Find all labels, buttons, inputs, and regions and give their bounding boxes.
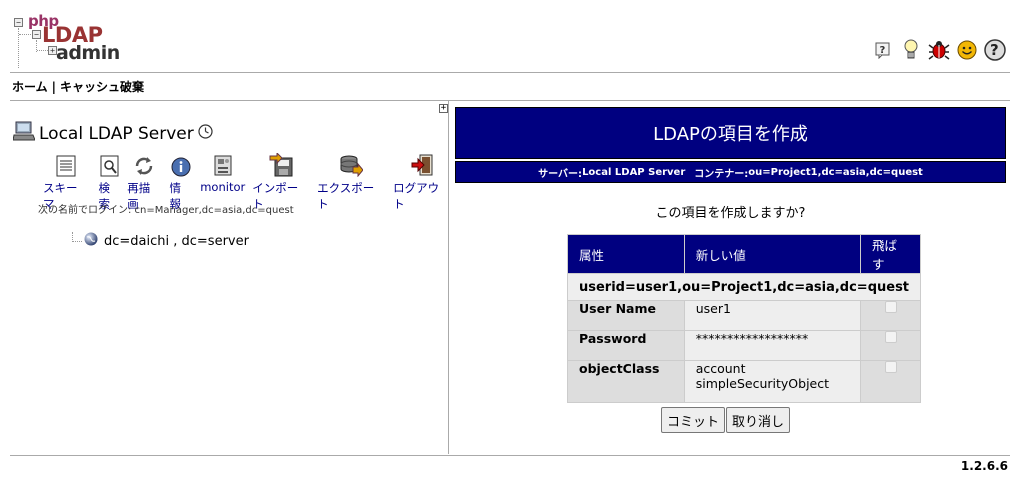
globe-icon: [84, 232, 98, 250]
monitor-icon: [213, 151, 233, 177]
attr-value: ******************: [683, 330, 862, 361]
container-label: コンテナー:: [694, 168, 749, 180]
schema-icon: [56, 151, 76, 177]
attribute-table: 属性 新しい値 飛ばす userid=user1,ou=Project1,dc=…: [566, 234, 922, 403]
page-title: LDAPの項目を作成: [455, 107, 1006, 159]
server-name[interactable]: Local LDAP Server: [39, 124, 194, 144]
logged-in-as: 次の名前でログイン: cn=Manager,dc=asia,dc=quest: [38, 205, 294, 216]
home-link[interactable]: ホーム: [12, 80, 48, 94]
tree-entry[interactable]: dc=daichi , dc=server: [72, 232, 249, 250]
question-icon[interactable]: ?: [984, 38, 1006, 62]
server-tree-pane: + Local LDAP Server スキーマ 検索 再描画 情報 monit…: [10, 101, 449, 454]
import-icon: [269, 151, 293, 177]
confirm-question: この項目を作成しますか?: [655, 206, 806, 221]
cancel-button[interactable]: 取り消し: [726, 407, 791, 433]
header-divider: [10, 72, 1010, 73]
dn-row: userid=user1,ou=Project1,dc=asia,dc=ques…: [566, 273, 922, 301]
objectclass-value-1: account: [695, 361, 746, 376]
tree-entry-label[interactable]: dc=daichi , dc=server: [104, 234, 249, 249]
tree-connector: [72, 232, 82, 242]
logo-admin: admin: [56, 42, 120, 64]
svg-text:?: ?: [880, 45, 886, 56]
skip-cell: [860, 300, 922, 331]
attr-value: user1: [683, 300, 862, 331]
table-header: 属性 新しい値 飛ばす: [567, 234, 922, 274]
skip-checkbox[interactable]: [884, 301, 897, 313]
skip-cell: [860, 360, 922, 403]
table-row: objectClass account simpleSecurityObject: [567, 360, 922, 403]
smiley-icon[interactable]: [956, 38, 978, 62]
table-row: User Name user1: [567, 300, 922, 331]
header-icon-bar: ? ?: [872, 38, 1006, 62]
top-menu: ホーム | キャッシュ破棄: [12, 78, 144, 95]
attr-name: objectClass: [567, 360, 685, 403]
help-icon[interactable]: ?: [872, 38, 894, 62]
skip-checkbox[interactable]: [884, 331, 897, 343]
export-icon: [339, 151, 364, 177]
bug-icon[interactable]: [928, 38, 950, 62]
table-row: Password ******************: [567, 330, 922, 361]
commit-button[interactable]: コミット: [661, 407, 726, 433]
dn-value: userid=user1,ou=Project1,dc=asia,dc=ques…: [566, 273, 922, 301]
server-container-info: サーバー: Local LDAP Server コンテナー: ou=Project…: [455, 161, 1006, 183]
server-label: サーバー:: [538, 168, 583, 180]
server-value: Local LDAP Server: [582, 166, 686, 178]
tool-logout[interactable]: ログアウト: [393, 151, 450, 212]
form-buttons: コミット 取り消し: [661, 407, 791, 433]
lightbulb-icon[interactable]: [900, 38, 922, 62]
server-header: Local LDAP Server: [12, 121, 213, 146]
expand-toggle-icon[interactable]: +: [439, 104, 448, 113]
tool-export-label: エクスポート: [317, 181, 375, 211]
tool-export[interactable]: エクスポート: [317, 151, 385, 212]
search-icon: [100, 151, 120, 177]
skip-cell: [860, 330, 922, 361]
info-icon: [171, 151, 191, 177]
purge-cache-link[interactable]: キャッシュ破棄: [60, 80, 144, 94]
footer-divider: [10, 455, 1010, 456]
container-value: ou=Project1,dc=asia,dc=quest: [748, 166, 923, 178]
menu-separator: |: [51, 80, 57, 94]
version-label: 1.2.6.6: [960, 459, 1008, 473]
svg-text:?: ?: [990, 41, 999, 59]
attr-value: account simpleSecurityObject: [683, 360, 862, 403]
logout-icon: [410, 151, 434, 177]
col-new-value: 新しい値: [683, 234, 862, 274]
attr-name: Password: [567, 330, 685, 361]
refresh-icon: [133, 151, 155, 177]
tool-monitor-label: monitor: [200, 180, 246, 194]
create-entry-panel: LDAPの項目を作成 サーバー: Local LDAP Server コンテナー:…: [455, 107, 1006, 433]
server-computer-icon: [12, 121, 36, 146]
tool-logout-label: ログアウト: [393, 181, 440, 211]
col-skip: 飛ばす: [860, 234, 922, 274]
col-attribute: 属性: [567, 234, 685, 274]
attr-name: User Name: [567, 300, 685, 331]
skip-checkbox[interactable]: [884, 361, 897, 373]
phpldapadmin-logo: − − + php LDAP admin: [14, 12, 124, 68]
objectclass-value-2: simpleSecurityObject: [695, 376, 830, 391]
clock-icon: [198, 123, 213, 144]
